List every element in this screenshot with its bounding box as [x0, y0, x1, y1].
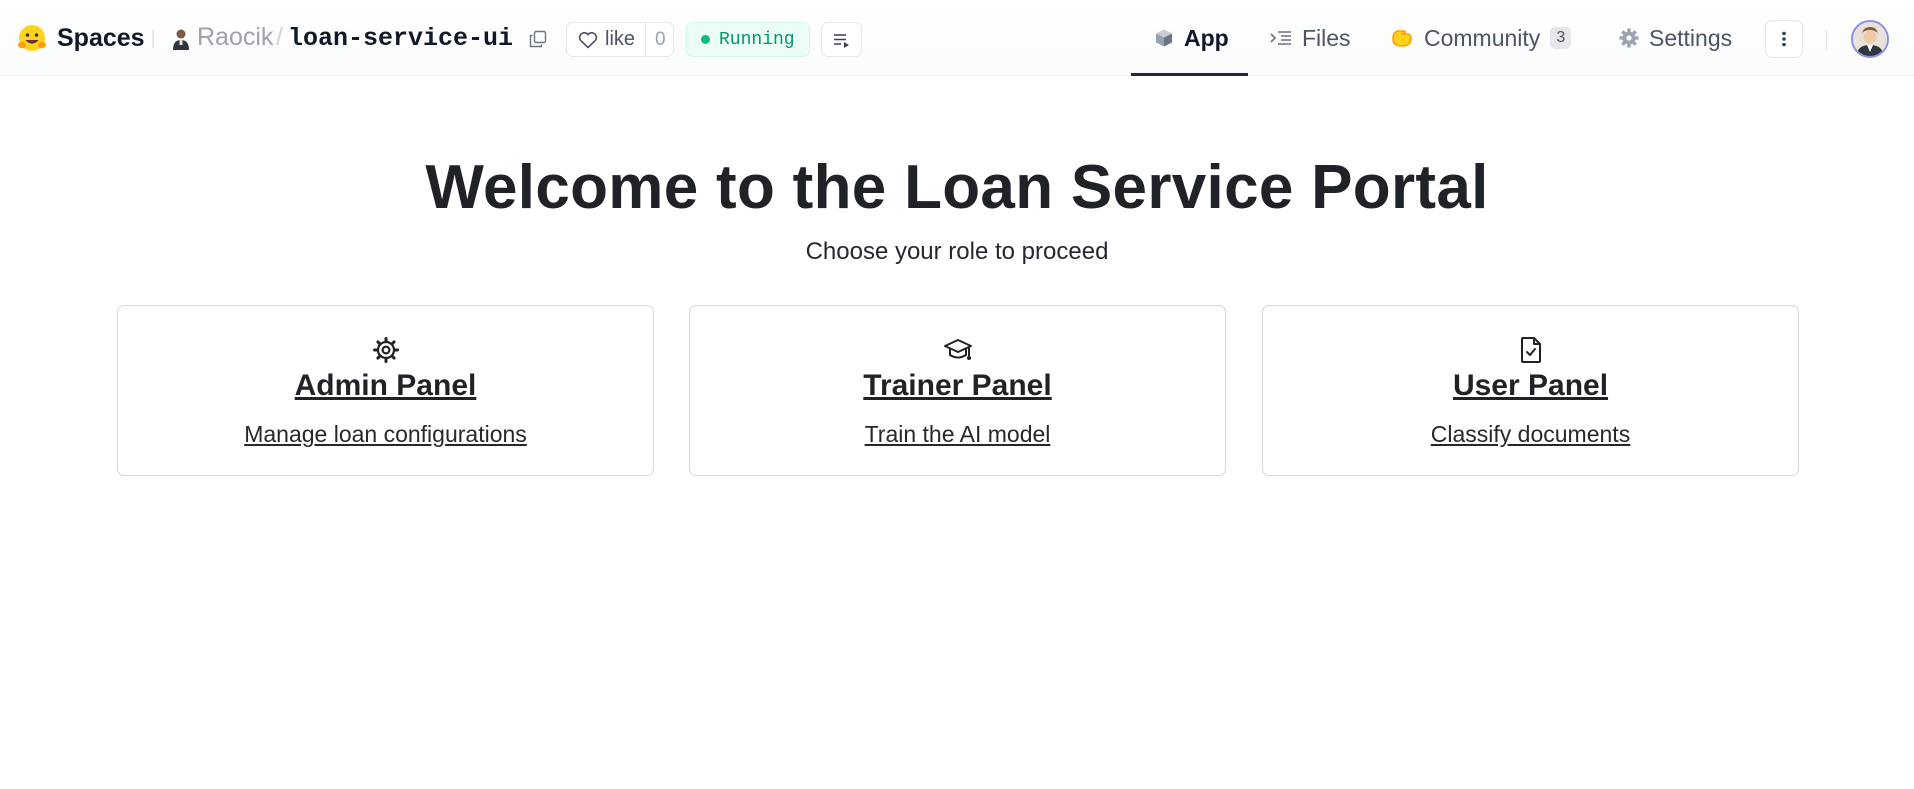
tab-settings-label: Settings — [1649, 24, 1733, 51]
tab-files[interactable]: Files — [1270, 0, 1351, 76]
community-count-badge: 3 — [1550, 27, 1572, 49]
logs-button[interactable] — [821, 22, 862, 57]
files-icon — [1270, 31, 1291, 45]
tab-files-label: Files — [1302, 24, 1351, 51]
tab-community-label: Community — [1424, 24, 1541, 51]
page-subtitle: Choose your role to proceed — [805, 238, 1109, 265]
tab-community[interactable]: Community 3 — [1390, 0, 1572, 76]
header-divider — [1826, 30, 1827, 50]
status-label: Running — [719, 29, 795, 50]
page-title: Welcome to the Loan Service Portal — [425, 153, 1489, 222]
trainer-panel-card[interactable]: Trainer Panel Train the AI model — [689, 305, 1226, 476]
owner-link[interactable]: Raocik — [197, 23, 273, 52]
owner-avatar-icon — [173, 29, 189, 50]
hugging-face-logo-icon — [18, 25, 46, 51]
community-hands-icon — [1392, 30, 1412, 47]
status-dot-icon — [701, 35, 710, 44]
like-count[interactable]: 0 — [646, 29, 666, 51]
list-play-icon — [833, 33, 849, 48]
copy-icon[interactable] — [529, 30, 547, 48]
gear-icon — [372, 337, 399, 363]
cube-icon — [1156, 29, 1172, 47]
admin-panel-card[interactable]: Admin Panel Manage loan configurations — [117, 305, 654, 476]
top-navigation-bar: Spaces Raocik / loan-service-ui like 0 R… — [0, 0, 1914, 76]
status-badge[interactable]: Running — [686, 22, 810, 57]
heart-icon — [578, 31, 598, 48]
like-label: like — [605, 28, 636, 50]
brand-divider — [152, 30, 154, 48]
like-toggle[interactable]: like — [567, 23, 647, 56]
repo-name-link[interactable]: loan-service-ui — [288, 24, 513, 53]
spaces-brand-label: Spaces — [57, 23, 145, 52]
active-tab-indicator — [1131, 73, 1248, 76]
trainer-panel-description[interactable]: Train the AI model — [690, 421, 1225, 448]
vertical-dots-icon — [1782, 31, 1786, 47]
admin-panel-description[interactable]: Manage loan configurations — [118, 421, 653, 448]
admin-panel-title[interactable]: Admin Panel — [118, 369, 653, 403]
path-separator: / — [276, 23, 283, 51]
trainer-panel-title[interactable]: Trainer Panel — [690, 369, 1225, 403]
tab-app[interactable]: App — [1154, 0, 1229, 76]
user-avatar-icon — [1853, 22, 1887, 56]
user-panel-description[interactable]: Classify documents — [1263, 421, 1798, 448]
tab-app-label: App — [1184, 24, 1229, 51]
like-button[interactable]: like 0 — [566, 22, 674, 57]
tab-settings[interactable]: Settings — [1619, 0, 1732, 76]
graduation-cap-icon — [943, 339, 972, 360]
user-panel-title[interactable]: User Panel — [1263, 369, 1798, 403]
document-check-icon — [1520, 337, 1541, 363]
gear-icon — [1619, 28, 1639, 48]
spaces-brand-link[interactable]: Spaces — [17, 22, 145, 54]
more-options-button[interactable] — [1765, 20, 1803, 58]
user-panel-card[interactable]: User Panel Classify documents — [1262, 305, 1799, 476]
user-avatar[interactable] — [1851, 20, 1889, 58]
